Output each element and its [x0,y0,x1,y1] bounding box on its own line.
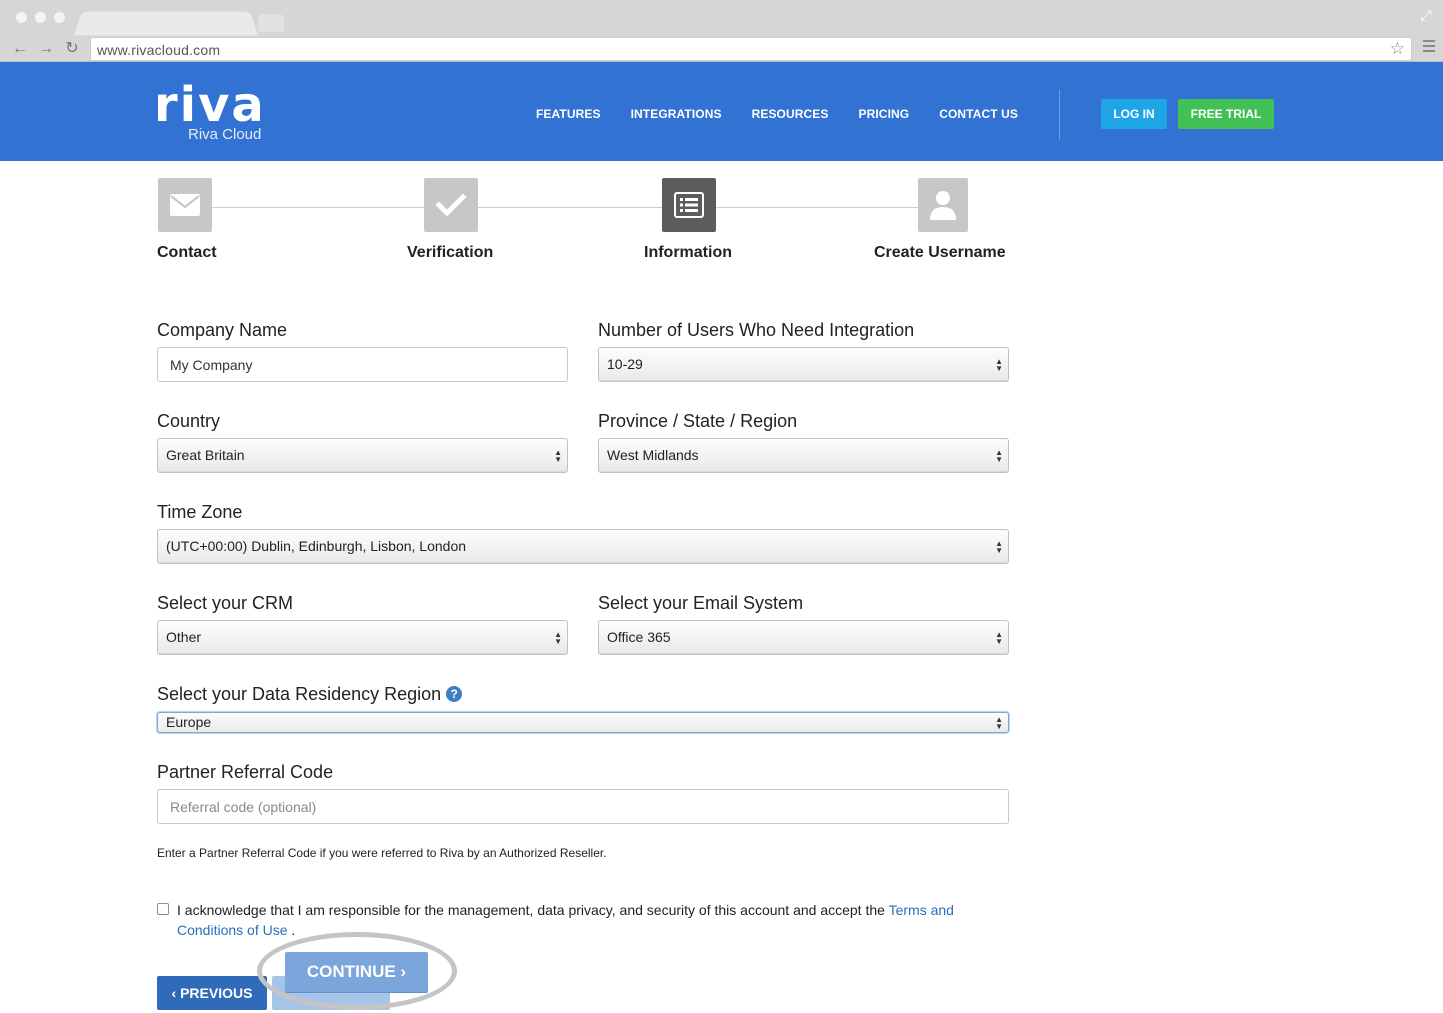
acknowledge-checkbox[interactable] [157,903,169,915]
referral-hint: Enter a Partner Referral Code if you wer… [157,846,607,860]
time-zone-label: Time Zone [157,502,243,522]
fullscreen-icon[interactable]: ⤢ [1419,8,1433,22]
company-name-input[interactable] [157,347,568,382]
num-users-label: Number of Users Who Need Integration [598,320,915,340]
data-residency-select[interactable]: Europe ▲ ▼ [157,712,1009,733]
select-arrows-icon: ▲ ▼ [995,629,1003,646]
data-residency-value: Europe [166,714,212,730]
select-arrows-icon: ▲ ▼ [554,447,562,464]
maximize-window-dot[interactable] [54,12,65,23]
nav-pricing[interactable]: PRICING [859,107,910,121]
country-select[interactable]: Great Britain ▲ ▼ [157,438,568,473]
crm-value: Other [166,629,202,645]
browser-chrome: ⤢ ← → ↻ www.rivacloud.com ☆ [0,0,1443,62]
close-window-dot[interactable] [16,12,27,23]
data-residency-label: Select your Data Residency Region [157,684,442,704]
step-connector [212,207,424,208]
select-arrows-icon: ▲ ▼ [995,356,1003,373]
previous-button[interactable]: ‹ PREVIOUS [157,976,267,1010]
logo-subtitle: Riva Cloud [188,126,262,143]
site-header: riva Riva Cloud FEATURES INTEGRATIONS RE… [0,62,1443,161]
main-nav: FEATURES INTEGRATIONS RESOURCES PRICING … [536,107,1048,121]
continue-button[interactable]: CONTINUE › [285,952,428,992]
step-label-create-username: Create Username [874,244,1006,261]
envelope-icon [170,194,200,216]
step-create-username [918,178,968,232]
step-connector [716,207,918,208]
riva-logo[interactable]: riva Riva Cloud [154,80,294,146]
forward-arrow-icon[interactable]: → [38,40,54,58]
back-arrow-icon[interactable]: ← [12,40,28,58]
acknowledge-statement: I acknowledge that I am responsible for … [177,902,885,918]
previous-label: PREVIOUS [180,985,253,1001]
step-information [662,178,716,232]
select-arrows-icon: ▲ ▼ [554,629,562,646]
new-tab-button[interactable] [257,14,285,33]
list-icon [674,192,704,218]
step-verification [424,178,478,232]
crm-label: Select your CRM [157,593,294,613]
crm-select[interactable]: Other ▲ ▼ [157,620,568,655]
reload-icon[interactable]: ↻ [64,40,80,58]
referral-code-input[interactable] [157,789,1009,824]
acknowledge-suffix: . [291,922,296,938]
country-label: Country [157,411,221,431]
browser-menu-icon[interactable] [1423,40,1435,52]
step-label-contact: Contact [157,244,217,261]
province-label: Province / State / Region [598,411,798,431]
email-system-label: Select your Email System [598,593,804,613]
logo-wordmark: riva [154,77,266,133]
browser-tab[interactable] [74,11,258,36]
province-value: West Midlands [607,447,699,463]
continue-label: CONTINUE [306,962,396,981]
country-value: Great Britain [166,447,245,463]
nav-features[interactable]: FEATURES [536,107,601,121]
step-label-verification: Verification [407,244,494,261]
minimize-window-dot[interactable] [35,12,46,23]
step-contact [158,178,212,232]
free-trial-button[interactable]: FREE TRIAL [1178,99,1274,129]
acknowledge-text: I acknowledge that I am responsible for … [177,900,997,940]
nav-resources[interactable]: RESOURCES [752,107,829,121]
checkmark-icon [435,193,467,217]
select-arrows-icon: ▲ ▼ [995,714,1003,731]
browser-nav-buttons: ← → ↻ [12,40,80,58]
referral-label: Partner Referral Code [157,762,334,782]
nav-integrations[interactable]: INTEGRATIONS [631,107,722,121]
window-controls [16,12,65,23]
time-zone-select[interactable]: (UTC+00:00) Dublin, Edinburgh, Lisbon, L… [157,529,1009,564]
nav-contact-us[interactable]: CONTACT US [939,107,1018,121]
data-residency-label-row: Select your Data Residency Region? [157,684,463,705]
step-label-information: Information [644,244,732,261]
chevron-right-icon: › [400,962,407,981]
address-bar[interactable]: www.rivacloud.com ☆ [90,37,1412,61]
select-arrows-icon: ▲ ▼ [995,447,1003,464]
email-system-select[interactable]: Office 365 ▲ ▼ [598,620,1009,655]
company-name-label: Company Name [157,320,288,340]
email-system-value: Office 365 [607,629,671,645]
login-button[interactable]: LOG IN [1101,99,1167,129]
time-zone-value: (UTC+00:00) Dublin, Edinburgh, Lisbon, L… [166,538,467,554]
num-users-value: 10-29 [607,356,643,372]
select-arrows-icon: ▲ ▼ [995,538,1003,555]
help-question-icon[interactable]: ? [446,686,463,702]
num-users-select[interactable]: 10-29 ▲ ▼ [598,347,1009,382]
address-url: www.rivacloud.com [97,42,221,58]
step-connector [478,207,662,208]
bookmark-star-icon[interactable]: ☆ [1390,39,1405,59]
chevron-left-icon: ‹ [171,985,177,1001]
nav-divider [1059,90,1060,140]
province-select[interactable]: West Midlands ▲ ▼ [598,438,1009,473]
user-icon [930,191,956,220]
